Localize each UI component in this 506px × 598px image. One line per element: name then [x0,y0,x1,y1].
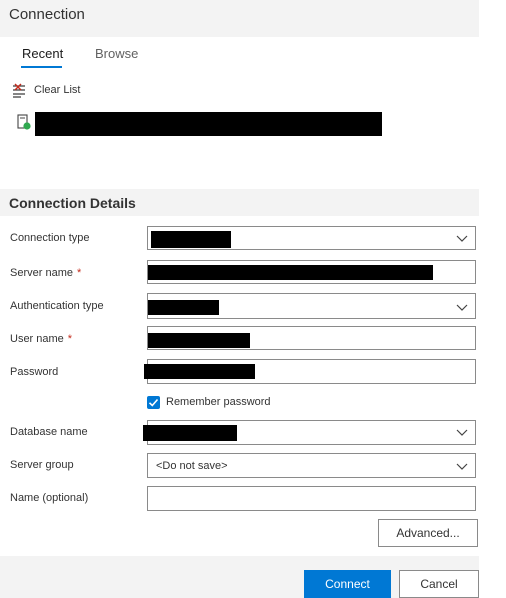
chevron-down-icon [456,235,468,242]
advanced-button[interactable]: Advanced... [378,519,478,547]
user-name-label-text: User name [10,333,64,345]
remember-password-label: Remember password [166,396,271,408]
server-name-input[interactable] [147,260,476,284]
user-name-input[interactable] [147,326,476,350]
database-name-label: Database name [10,426,88,438]
tab-browse[interactable]: Browse [95,46,138,61]
connection-type-select[interactable] [147,226,476,250]
connect-button[interactable]: Connect [304,570,391,598]
active-tab-indicator [21,66,62,68]
connection-dialog: Connection Recent Browse Clear List Conn… [0,0,479,598]
chevron-down-icon [456,429,468,436]
password-input[interactable] [144,359,476,384]
authentication-type-label: Authentication type [10,300,104,312]
connection-type-value [151,231,231,248]
server-connected-icon [17,114,31,130]
name-optional-label: Name (optional) [10,492,89,504]
required-marker: * [67,333,73,345]
authentication-type-value [148,300,219,315]
password-value [144,364,255,379]
database-name-select[interactable] [143,420,476,445]
password-label: Password [10,366,59,378]
checkmark-icon [148,398,159,407]
server-name-value [148,265,433,280]
connection-details-title: Connection Details [9,195,136,211]
name-optional-input[interactable] [147,486,476,511]
database-name-value [143,425,237,441]
server-group-value: <Do not save> [156,460,228,472]
clear-list-icon[interactable] [11,83,27,99]
tab-recent[interactable]: Recent [22,46,63,61]
clear-list-button[interactable]: Clear List [34,84,80,96]
user-name-label: User name * [10,333,72,345]
dialog-title: Connection [9,6,85,23]
user-name-value [148,333,250,348]
server-group-label: Server group [10,459,74,471]
server-name-label: Server name * [10,267,81,279]
required-marker: * [76,267,82,279]
remember-password-checkbox[interactable] [147,396,160,409]
server-name-label-text: Server name [10,267,73,279]
chevron-down-icon [456,463,468,470]
connection-type-label: Connection type [10,232,90,244]
cancel-button[interactable]: Cancel [399,570,479,598]
chevron-down-icon [456,304,468,311]
server-group-select[interactable]: <Do not save> [147,453,476,478]
recent-connection-item[interactable] [35,112,382,136]
authentication-type-select[interactable] [147,293,476,319]
